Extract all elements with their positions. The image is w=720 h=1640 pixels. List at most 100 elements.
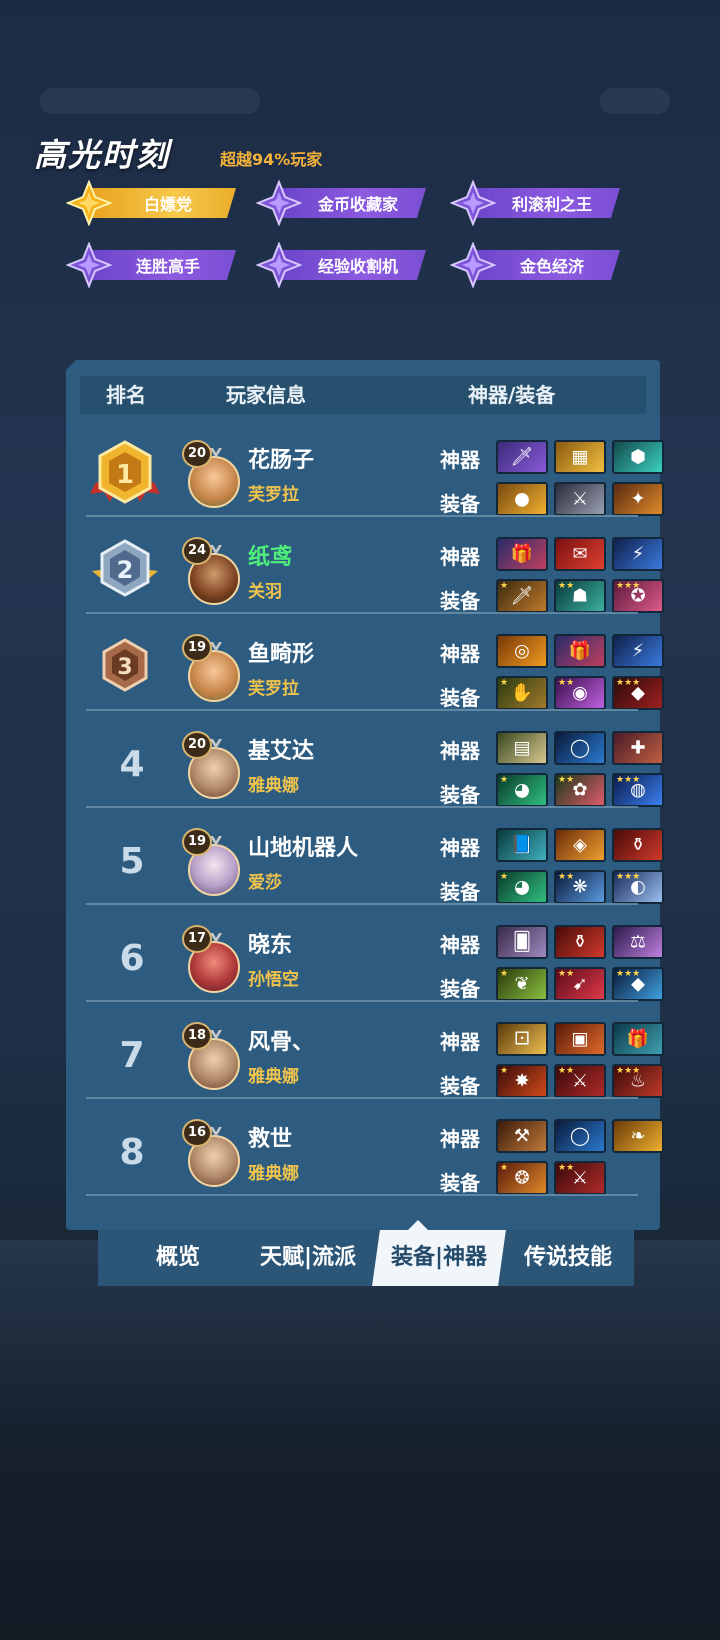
svg-text:3: 3 xyxy=(117,655,132,680)
equip-item[interactable]: ★★★ ✪ xyxy=(612,579,664,613)
equip-item[interactable]: ★ ◕ xyxy=(496,870,548,904)
table-row[interactable]: 2 24 纸鸢 关羽 神器 装备 🎁 ✉ ⚡ ★ 🗡 ★★ ☗ ★★★ ✪ xyxy=(88,523,664,619)
artifact-item[interactable]: ⚒ xyxy=(496,1119,548,1153)
header-rank: 排名 xyxy=(106,383,146,407)
equip-item[interactable]: ★★★ ◆ xyxy=(612,676,664,710)
badge-coin-collector[interactable]: 金币收藏家 xyxy=(256,180,428,226)
tab-overview[interactable]: 概览 xyxy=(128,1230,228,1286)
artifact-item[interactable]: ◈ xyxy=(554,828,606,862)
artifact-item[interactable]: ⚀ xyxy=(496,1022,548,1056)
tier-chevron-icon xyxy=(210,545,222,555)
artifact-item[interactable]: 📘 xyxy=(496,828,548,862)
equip-item[interactable]: ★ 🗡 xyxy=(496,579,548,613)
artifact-label: 神器 xyxy=(440,933,480,957)
equip-item[interactable]: ★★★ ◍ xyxy=(612,773,664,807)
artifact-item[interactable]: ❧ xyxy=(612,1119,664,1153)
equip-item[interactable]: ✦ xyxy=(612,482,664,516)
badge-gold-economy[interactable]: 金色经济 xyxy=(450,242,622,288)
artifact-item[interactable]: ✉ xyxy=(554,537,606,571)
header-gear: 神器/装备 xyxy=(468,383,556,407)
artifact-item[interactable]: ◯ xyxy=(554,1119,606,1153)
artifact-item[interactable]: ⚡ xyxy=(612,537,664,571)
artifact-item[interactable]: ⚡ xyxy=(612,634,664,668)
equip-item[interactable]: ★★★ ◐ xyxy=(612,870,664,904)
equip-item[interactable]: ★ ✸ xyxy=(496,1064,548,1098)
artifact-item[interactable]: 🂠 xyxy=(496,925,548,959)
equip-item[interactable]: ★ ◕ xyxy=(496,773,548,807)
artifact-item[interactable]: 🎁 xyxy=(496,537,548,571)
gold-medal-icon: 1 xyxy=(90,440,160,504)
row-divider xyxy=(86,612,638,614)
badge-compound-king[interactable]: 利滚利之王 xyxy=(450,180,622,226)
equip-item[interactable]: ★★★ ♨ xyxy=(612,1064,664,1098)
player-name: 晓东 xyxy=(248,933,293,958)
artifact-item[interactable]: ⚱ xyxy=(612,828,664,862)
equip-item[interactable]: ● xyxy=(496,482,548,516)
equip-item[interactable]: ★★ ❋ xyxy=(554,870,606,904)
row-divider xyxy=(86,1000,638,1002)
equip-item[interactable]: ★★ ⚔ xyxy=(554,1161,606,1195)
artifact-item[interactable]: 🗡 xyxy=(496,440,548,474)
badge-white-piao[interactable]: 白嫖党 xyxy=(66,180,238,226)
hero-name: 雅典娜 xyxy=(248,1067,299,1087)
equip-item[interactable]: ★★ ✿ xyxy=(554,773,606,807)
hero-name: 雅典娜 xyxy=(248,1164,299,1184)
row-divider xyxy=(86,1194,638,1196)
highlight-title: 高光时刻 xyxy=(34,136,171,174)
equip-item[interactable]: ★★ ⚔ xyxy=(554,1064,606,1098)
rank-number: 8 xyxy=(119,1132,145,1173)
equip-item[interactable]: ★★ ☗ xyxy=(554,579,606,613)
artifact-item[interactable]: ⬢ xyxy=(612,440,664,474)
table-row[interactable]: 1 20 花肠子 芙罗拉 神器 装备 🗡 ▦ ⬢ ● ⚔ ✦ xyxy=(88,426,664,522)
artifact-item[interactable]: ▣ xyxy=(554,1022,606,1056)
artifact-item[interactable]: ◯ xyxy=(554,731,606,765)
hero-name: 雅典娜 xyxy=(248,776,299,796)
artifact-item[interactable]: ⚖ xyxy=(612,925,664,959)
equip-label: 装备 xyxy=(440,492,480,516)
row-divider xyxy=(86,1097,638,1099)
table-row[interactable]: 5 19 山地机器人 爱莎 神器 装备 📘 ◈ ⚱ ★ ◕ ★★ ❋ ★★★ ◐ xyxy=(88,814,664,910)
artifact-item[interactable]: 🎁 xyxy=(612,1022,664,1056)
highlight-subtitle: 超越94%玩家 xyxy=(220,150,323,169)
star-icon xyxy=(450,242,496,288)
silver-medal-icon: 2 xyxy=(92,539,158,597)
star-icon xyxy=(256,180,302,226)
tab-talent-school[interactable]: 天赋|流派 xyxy=(250,1230,366,1286)
table-row[interactable]: 3 19 鱼畸形 芙罗拉 神器 装备 ◎ 🎁 ⚡ ★ ✋ ★★ ◉ ★★★ ◆ xyxy=(88,620,664,716)
equip-item[interactable]: ★ ✋ xyxy=(496,676,548,710)
artifact-item[interactable]: ◎ xyxy=(496,634,548,668)
table-row[interactable]: 6 17 晓东 孙悟空 神器 装备 🂠 ⚱ ⚖ ★ ❦ ★★ ➹ ★★★ ◆ xyxy=(88,911,664,1007)
artifact-label: 神器 xyxy=(440,545,480,569)
equip-item[interactable]: ★ ❂ xyxy=(496,1161,548,1195)
artifact-label: 神器 xyxy=(440,642,480,666)
tier-chevron-icon xyxy=(210,933,222,943)
artifact-item[interactable]: ✚ xyxy=(612,731,664,765)
player-name: 基艾达 xyxy=(248,739,315,764)
row-divider xyxy=(86,806,638,808)
artifact-item[interactable]: ⚱ xyxy=(554,925,606,959)
tab-equipment-artifact[interactable]: 装备|神器 xyxy=(372,1230,506,1286)
tab-legend-skills[interactable]: 传说技能 xyxy=(508,1230,628,1286)
artifact-item[interactable]: ▤ xyxy=(496,731,548,765)
active-tab-indicator xyxy=(408,1220,428,1230)
equip-item[interactable]: ★★★ ◆ xyxy=(612,967,664,1001)
equip-label: 装备 xyxy=(440,686,480,710)
equip-item[interactable]: ⚔ xyxy=(554,482,606,516)
equip-item[interactable]: ★ ❦ xyxy=(496,967,548,1001)
row-divider xyxy=(86,515,638,517)
badge-win-streak[interactable]: 连胜高手 xyxy=(66,242,238,288)
artifact-item[interactable]: ▦ xyxy=(554,440,606,474)
hero-name: 芙罗拉 xyxy=(248,679,299,699)
table-row[interactable]: 7 18 风骨、 雅典娜 神器 装备 ⚀ ▣ 🎁 ★ ✸ ★★ ⚔ ★★★ ♨ xyxy=(88,1008,664,1104)
player-name: 花肠子 xyxy=(248,448,315,473)
table-row[interactable]: 8 16 救世 雅典娜 神器 装备 ⚒ ◯ ❧ ★ ❂ ★★ ⚔ xyxy=(88,1105,664,1201)
artifact-label: 神器 xyxy=(440,1127,480,1151)
equip-label: 装备 xyxy=(440,880,480,904)
tab-label: 装备|神器 xyxy=(390,1245,488,1270)
equip-item[interactable]: ★★ ➹ xyxy=(554,967,606,1001)
artifact-item[interactable]: 🎁 xyxy=(554,634,606,668)
equip-item[interactable]: ★★ ◉ xyxy=(554,676,606,710)
badge-exp-harvester[interactable]: 经验收割机 xyxy=(256,242,428,288)
bronze-medal-icon: 3 xyxy=(102,638,148,692)
table-row[interactable]: 4 20 基艾达 雅典娜 神器 装备 ▤ ◯ ✚ ★ ◕ ★★ ✿ ★★★ ◍ xyxy=(88,717,664,813)
